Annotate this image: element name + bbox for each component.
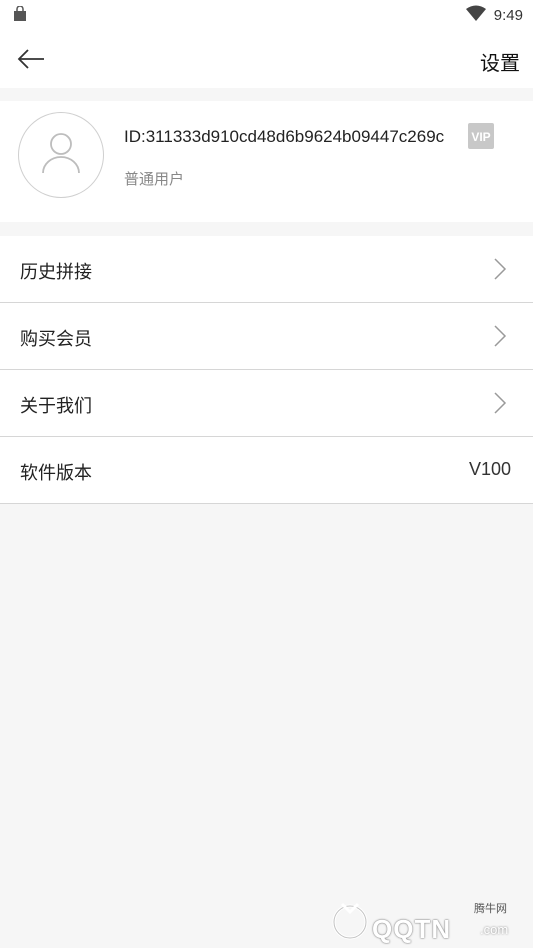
chevron-right-icon <box>493 324 507 353</box>
watermark-logo-icon <box>332 902 368 940</box>
back-button[interactable] <box>16 46 46 72</box>
menu-item-buy-membership[interactable]: 购买会员 <box>0 303 533 370</box>
watermark-suffix: .com <box>480 922 509 937</box>
user-type-label: 普通用户 <box>124 171 185 188</box>
app-bar: 设置 <box>0 30 533 88</box>
vip-badge: VIP <box>468 123 494 154</box>
settings-menu: 历史拼接 购买会员 关于我们 软件版本 V100 <box>0 236 533 504</box>
shopping-bag-icon <box>12 5 28 27</box>
menu-item-label: 历史拼接 <box>20 262 92 282</box>
watermark: 腾牛网 QQTN .com <box>330 896 530 944</box>
svg-text:VIP: VIP <box>471 130 490 144</box>
watermark-small-text: 腾牛网 <box>474 903 507 915</box>
version-value: V100 <box>468 459 511 479</box>
menu-item-label: 关于我们 <box>20 396 92 416</box>
profile-card: ID:311333d910cd48d6b9624b09447c269c VIP … <box>0 101 533 222</box>
menu-item-software-version: 软件版本 V100 <box>0 437 533 504</box>
status-time: 9:49 <box>493 7 523 24</box>
menu-item-label: 购买会员 <box>20 329 92 349</box>
arrow-left-icon <box>16 49 46 76</box>
user-id: ID:311333d910cd48d6b9624b09447c269c <box>124 127 445 146</box>
page-title: 设置 <box>480 53 520 75</box>
avatar[interactable] <box>18 112 104 198</box>
menu-item-about-us[interactable]: 关于我们 <box>0 370 533 437</box>
chevron-right-icon <box>493 391 507 420</box>
watermark-big-text: QQTN <box>372 914 452 944</box>
wifi-icon <box>465 5 486 26</box>
user-avatar-icon <box>41 131 81 180</box>
menu-item-label: 软件版本 <box>20 463 92 483</box>
status-bar: 9:49 <box>0 0 533 30</box>
menu-item-history-stitch[interactable]: 历史拼接 <box>0 236 533 303</box>
chevron-right-icon <box>493 257 507 286</box>
